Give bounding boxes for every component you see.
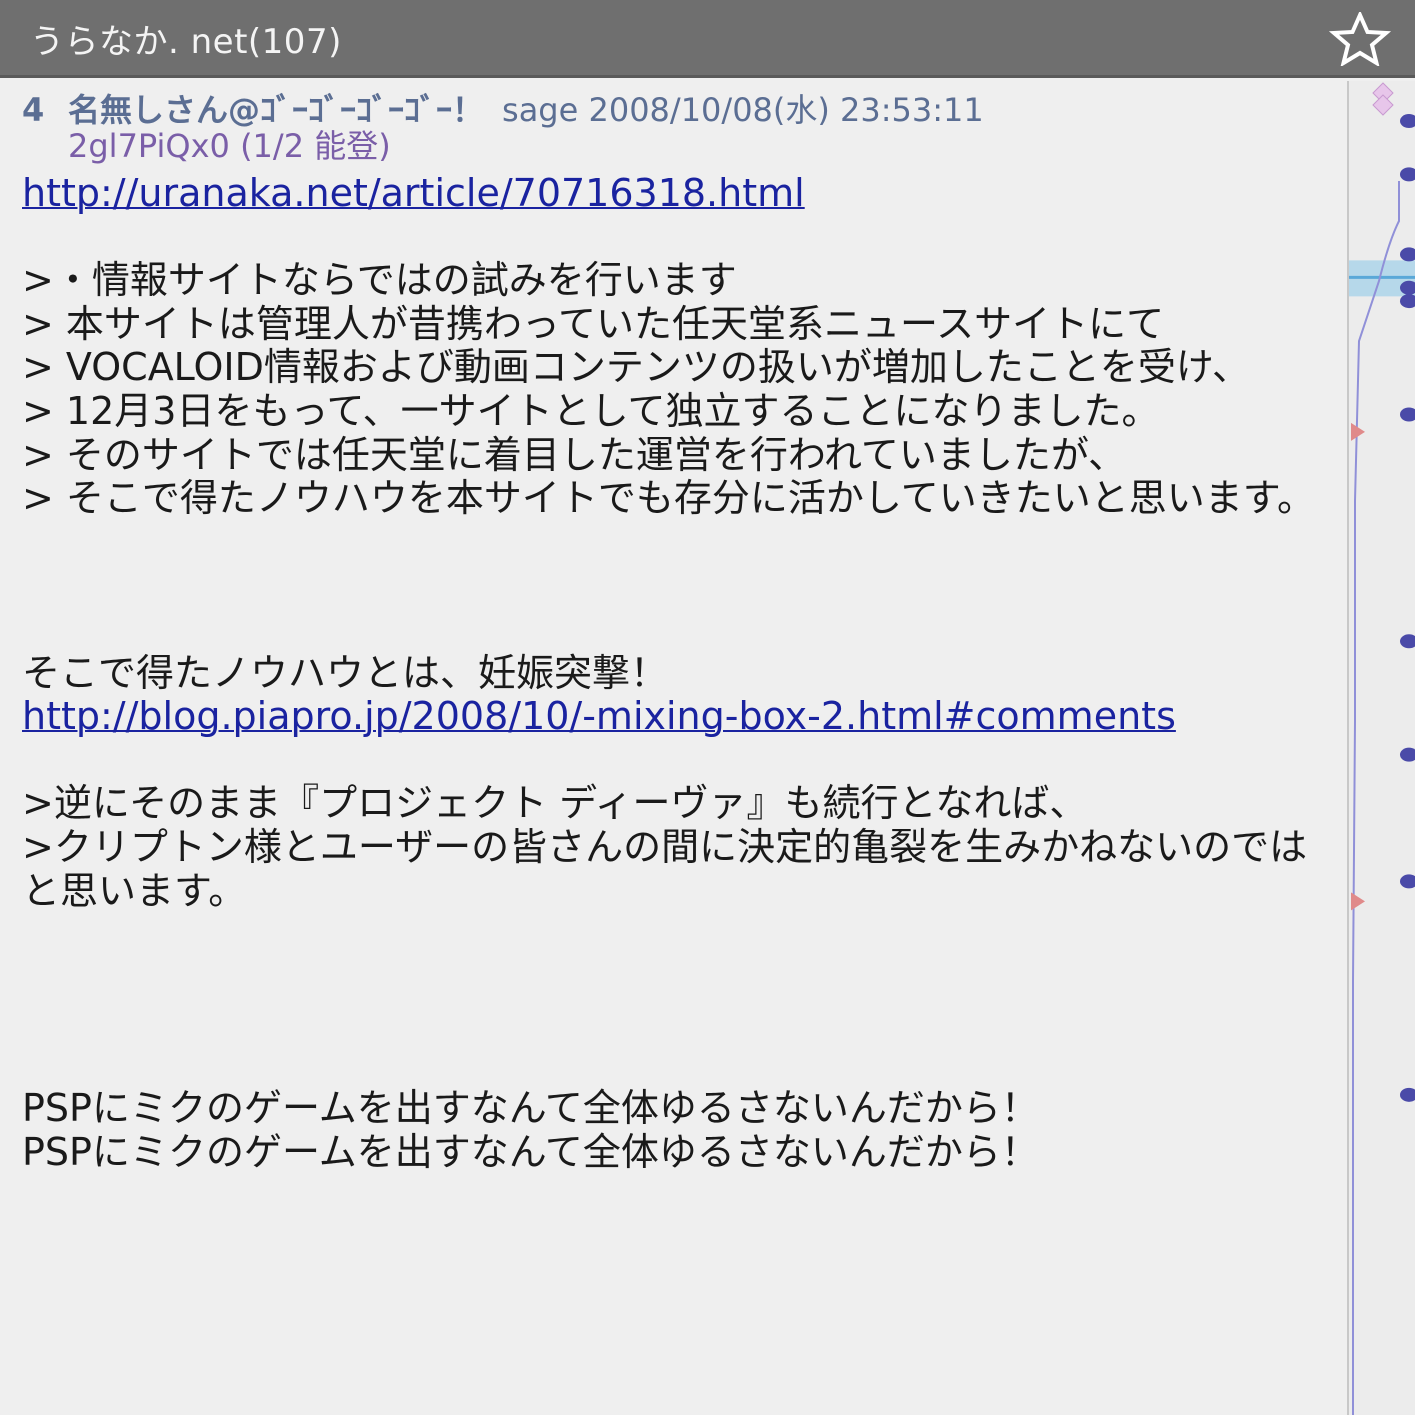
reply-tree-line [1352, 181, 1400, 1415]
post-meta: sage 2008/10/08(水) 23:53:11 [502, 92, 984, 129]
post-link[interactable]: http://blog.piapro.jp/2008/10/-mixing-bo… [22, 694, 1176, 738]
post-line: > そこで得たノウハウを本サイトでも存分に活かしていきたいと思います。 [22, 476, 1315, 521]
post-line [22, 913, 1332, 957]
post: 4 名無しさん@ｺﾞｰｺﾞｰｺﾞｰｺﾞｰ！ sage 2008/10/08(水) 2… [22, 92, 1332, 1415]
post-line: >逆にそのまま『プロジェクト ディーヴァ』も続行となれば、 [22, 781, 1088, 826]
reply-marker-dot[interactable] [1400, 634, 1415, 649]
thread-title: うらなか. net(107) [30, 22, 342, 62]
app-window: うらなか. net(107) 4 名無しさん@ｺﾞｰｺﾞｰｺﾞｰｺﾞｰ！ sage … [0, 0, 1415, 1415]
reply-marker-dot[interactable] [1400, 167, 1415, 182]
post-line [22, 1000, 1332, 1044]
reply-marker-dot[interactable] [1400, 247, 1415, 262]
post-line [22, 608, 1332, 652]
post-line: >・情報サイトならではの試みを行います [22, 258, 737, 303]
reply-marker-dot[interactable] [1400, 1087, 1415, 1102]
reply-marker-dot[interactable] [1400, 114, 1415, 129]
post-link[interactable]: http://uranaka.net/article/70716318.html [22, 171, 805, 215]
post-line: http://blog.piapro.jp/2008/10/-mixing-bo… [22, 694, 1332, 739]
reply-marker-dot[interactable] [1400, 407, 1415, 422]
poster-id[interactable]: 2gl7PiQx0 (1/2 能登) [22, 128, 1332, 164]
post-line [22, 957, 1332, 1001]
post-body: http://uranaka.net/article/70716318.html… [22, 171, 1332, 1175]
reply-marker-dot[interactable] [1400, 874, 1415, 889]
post-line: > VOCALOID情報および動画コンテンツの扱いが増加したことを受け、 [22, 345, 1250, 390]
poster-name: 名無しさん@ｺﾞｰｺﾞｰｺﾞｰｺﾞｰ！ [68, 92, 485, 129]
current-post-triangle-marker [1351, 892, 1365, 911]
star-outline-icon[interactable] [1327, 12, 1393, 66]
post-header: 4 名無しさん@ｺﾞｰｺﾞｰｺﾞｰｺﾞｰ！ sage 2008/10/08(水) 2… [22, 92, 1332, 164]
reply-marker-dot[interactable] [1400, 747, 1415, 762]
title-bar: うらなか. net(107) [0, 0, 1415, 78]
current-post-triangle-marker [1351, 422, 1365, 441]
post-line [22, 216, 1332, 260]
scroll-marker-bar[interactable] [1347, 81, 1415, 1415]
post-line [22, 521, 1332, 565]
post-number[interactable]: 4 [22, 92, 68, 128]
post-line: PSPにミクのゲームを出すなんて全体ゆるさないんだから！ [22, 1086, 1039, 1131]
post-line: PSPにミクのゲームを出すなんて全体ゆるさないんだから！ [22, 1130, 1039, 1175]
post-line [22, 1044, 1332, 1088]
scroll-marker-track [1349, 82, 1415, 1415]
post-line [22, 564, 1332, 608]
post-line: > そのサイトでは任天堂に着目した運営を行われていましたが、 [22, 432, 1127, 477]
post-line: > 本サイトは管理人が昔携わっていた任天堂系ニュースサイトにて [22, 301, 1165, 346]
post-line: >クリプトン様とユーザーの皆さんの間に決定的亀裂を生みかねないのではと思います。 [22, 824, 1308, 913]
post-line: http://uranaka.net/article/70716318.html [22, 171, 1332, 216]
post-line: そこで得たノウハウとは、妊娠突撃！ [22, 650, 669, 695]
post-line: > 12月3日をもって、一サイトとして独立することになりました。 [22, 388, 1160, 433]
post-line [22, 739, 1332, 783]
diamond-marker [1372, 94, 1394, 116]
